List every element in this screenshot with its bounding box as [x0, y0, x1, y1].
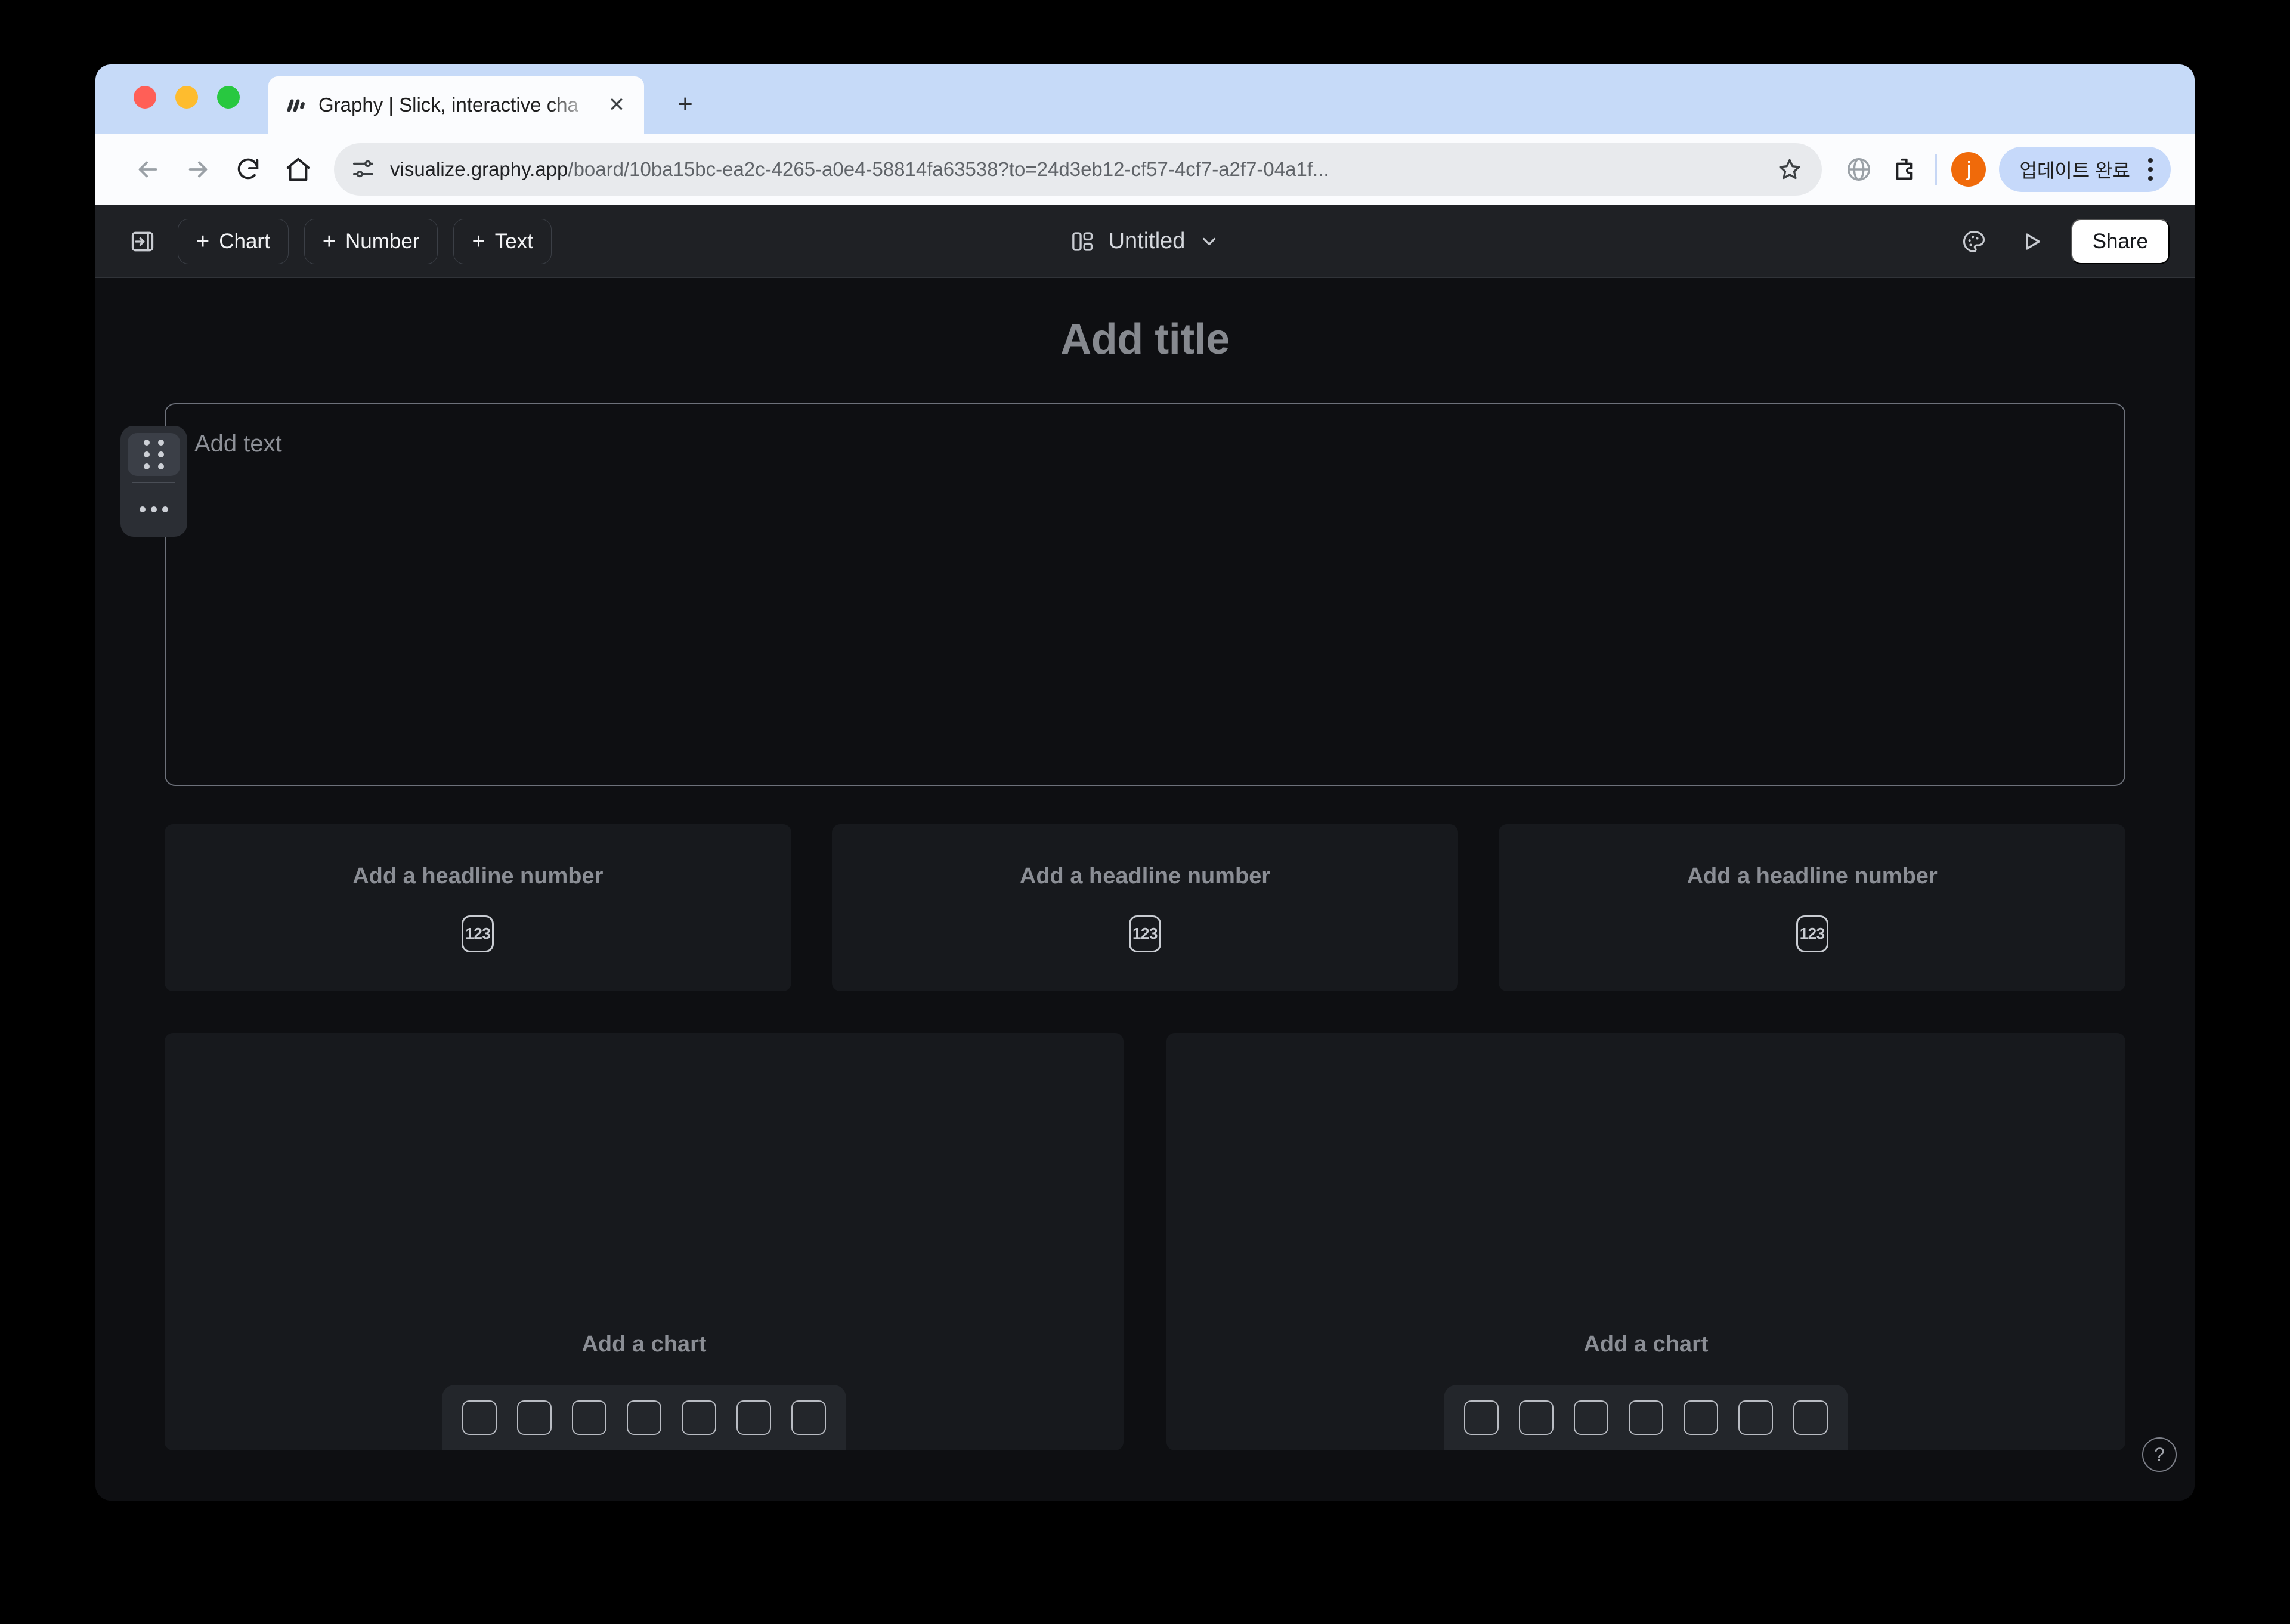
avatar[interactable]: j: [1951, 152, 1986, 187]
plus-icon: +: [322, 228, 336, 254]
column-chart-icon[interactable]: [517, 1400, 552, 1435]
tab-strip: Graphy | Slick, interactive cha ✕ +: [95, 64, 2195, 134]
reload-icon[interactable]: [223, 144, 273, 194]
graphy-logo-icon: [286, 94, 308, 116]
rail-divider: [132, 482, 175, 483]
block-handle-rail: [120, 426, 187, 537]
url-text: visualize.graphy.app/board/10ba15bc-ea2c…: [390, 158, 1329, 180]
stacked-bar-icon[interactable]: [572, 1400, 606, 1435]
document-title: Untitled: [1108, 228, 1186, 253]
number-123-icon[interactable]: 123: [1796, 915, 1828, 952]
number-123-icon[interactable]: 123: [1128, 915, 1161, 952]
page-title[interactable]: Add title: [165, 278, 2125, 364]
headline-number-label: Add a headline number: [1019, 863, 1271, 889]
close-icon[interactable]: ✕: [604, 92, 630, 118]
forward-arrow-icon[interactable]: [173, 144, 223, 194]
update-status-pill[interactable]: 업데이트 완료: [1999, 147, 2171, 192]
extensions-puzzle-icon[interactable]: [1881, 147, 1927, 192]
add-number-button[interactable]: + Number: [304, 218, 438, 264]
text-block-placeholder: Add text: [194, 431, 282, 457]
text-block[interactable]: Add text: [120, 403, 2125, 786]
share-button[interactable]: Share: [2071, 218, 2170, 264]
add-text-button[interactable]: + Text: [453, 218, 552, 264]
column-chart-icon[interactable]: [1519, 1400, 1554, 1435]
chevron-down-icon[interactable]: [1198, 231, 1220, 252]
play-present-icon[interactable]: [2013, 222, 2052, 261]
chart-card[interactable]: Add a chart: [1166, 1033, 2125, 1450]
area-chart-icon[interactable]: [682, 1400, 716, 1435]
window-controls: [134, 86, 240, 109]
chart-card-label: Add a chart: [581, 1332, 707, 1357]
line-chart-icon[interactable]: [627, 1400, 661, 1435]
plus-icon: +: [196, 228, 210, 254]
help-button[interactable]: ?: [2142, 1437, 2177, 1472]
document-title-menu[interactable]: Untitled: [1070, 228, 1220, 254]
headline-number-label: Add a headline number: [352, 863, 604, 889]
back-arrow-icon[interactable]: [123, 144, 173, 194]
pie-chart-icon[interactable]: [736, 1400, 771, 1435]
headline-number-card[interactable]: Add a headline number 123: [1499, 824, 2125, 991]
star-icon[interactable]: [1774, 154, 1805, 185]
headline-number-card[interactable]: Add a headline number 123: [165, 824, 791, 991]
app-toolbar-right: Share: [1954, 218, 2170, 264]
table-icon[interactable]: [791, 1400, 826, 1435]
table-icon[interactable]: [1793, 1400, 1828, 1435]
bar-chart-icon[interactable]: [462, 1400, 497, 1435]
browser-action-icons: j 업데이트 완료: [1836, 147, 2171, 192]
chart-type-picker: [1444, 1385, 1848, 1450]
more-horizontal-icon[interactable]: [128, 489, 180, 530]
add-number-label: Number: [345, 229, 420, 253]
browser-tab[interactable]: Graphy | Slick, interactive cha ✕: [268, 76, 644, 134]
chart-card-label: Add a chart: [1583, 1332, 1709, 1357]
app-toolbar-left: + Chart + Number + Text: [123, 218, 552, 264]
kebab-menu-icon[interactable]: [2143, 158, 2158, 181]
close-window-button[interactable]: [134, 86, 156, 109]
chart-card[interactable]: Add a chart: [165, 1033, 1124, 1450]
bar-chart-icon[interactable]: [1464, 1400, 1499, 1435]
area-chart-icon[interactable]: [1684, 1400, 1718, 1435]
dashboard-layout-icon: [1070, 229, 1096, 254]
browser-window: Graphy | Slick, interactive cha ✕ + visu…: [95, 64, 2195, 1501]
tab-title: Graphy | Slick, interactive cha: [318, 94, 578, 116]
headline-number-card[interactable]: Add a headline number 123: [831, 824, 1459, 991]
plus-icon: +: [472, 228, 485, 254]
stacked-bar-icon[interactable]: [1574, 1400, 1608, 1435]
line-chart-icon[interactable]: [1629, 1400, 1663, 1435]
address-bar[interactable]: visualize.graphy.app/board/10ba15bc-ea2c…: [334, 143, 1822, 196]
globe-icon[interactable]: [1836, 147, 1881, 192]
maximize-window-button[interactable]: [217, 86, 240, 109]
number-123-icon[interactable]: 123: [462, 915, 494, 952]
chart-card-row: Add a chart Add a chart: [165, 1033, 2125, 1450]
update-status-label: 업데이트 완료: [2019, 160, 2130, 181]
chart-type-picker: [442, 1385, 846, 1450]
browser-toolbar: visualize.graphy.app/board/10ba15bc-ea2c…: [95, 134, 2195, 205]
headline-number-row: Add a headline number 123 Add a headline…: [165, 824, 2125, 991]
app-toolbar: + Chart + Number + Text Untitled Share: [95, 205, 2195, 278]
pie-chart-icon[interactable]: [1738, 1400, 1773, 1435]
add-chart-label: Chart: [219, 229, 270, 253]
add-chart-button[interactable]: + Chart: [178, 218, 289, 264]
drag-handle-icon[interactable]: [128, 433, 180, 476]
board-canvas: Add title Add text Add a headline number…: [95, 278, 2195, 1501]
page-info-icon[interactable]: [349, 156, 377, 183]
palette-icon[interactable]: [1954, 222, 1994, 261]
add-text-label: Text: [494, 229, 533, 253]
sidebar-toggle-icon[interactable]: [123, 222, 162, 261]
graphy-app: + Chart + Number + Text Untitled Share A…: [95, 205, 2195, 1501]
home-icon[interactable]: [273, 144, 323, 194]
new-tab-button[interactable]: +: [664, 83, 706, 125]
minimize-window-button[interactable]: [175, 86, 198, 109]
toolbar-divider: [1935, 154, 1938, 185]
headline-number-label: Add a headline number: [1686, 863, 1938, 889]
